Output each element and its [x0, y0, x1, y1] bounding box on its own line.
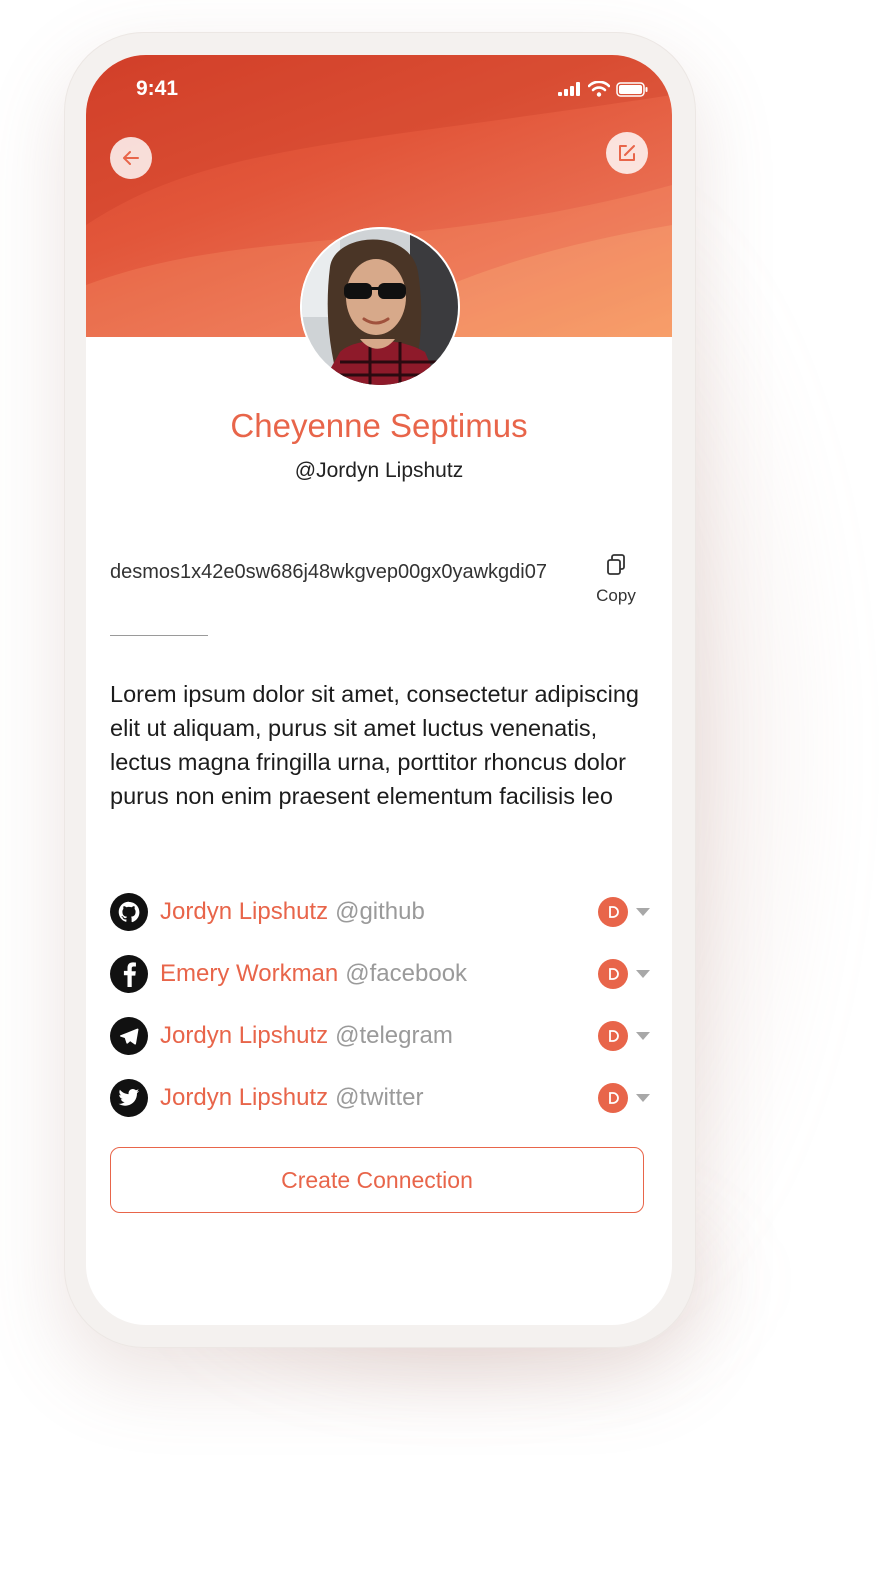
address-divider: [110, 635, 208, 636]
connection-name: Jordyn Lipshutz: [160, 898, 329, 925]
connection-row-github[interactable]: Jordyn Lipshutz @github: [110, 881, 650, 943]
copy-address-button[interactable]: Copy: [586, 553, 646, 606]
chevron-down-icon[interactable]: [636, 1032, 650, 1040]
connection-name: Emery Workman: [160, 960, 339, 987]
status-icons: [558, 81, 648, 97]
connection-platform: @telegram: [335, 1022, 453, 1049]
battery-icon: [616, 81, 648, 97]
connection-platform: @facebook: [345, 960, 468, 987]
desmos-badge-icon: [598, 1083, 628, 1113]
telegram-icon: [110, 1017, 148, 1055]
copy-label: Copy: [596, 586, 636, 605]
github-icon: [110, 893, 148, 931]
connection-actions[interactable]: [598, 959, 650, 989]
connection-row-facebook[interactable]: Emery Workman @facebook: [110, 943, 650, 1005]
connection-platform: @github: [335, 898, 425, 925]
status-time: 9:41: [136, 77, 179, 100]
connections-list: Jordyn Lipshutz @github Emery Workman @f…: [110, 881, 650, 1129]
profile-handle: @Jordyn Lipshutz: [294, 459, 464, 482]
connection-name: Jordyn Lipshutz: [160, 1022, 329, 1049]
connection-row-twitter[interactable]: Jordyn Lipshutz @twitter: [110, 1067, 650, 1129]
desmos-badge-icon: [598, 897, 628, 927]
chevron-down-icon[interactable]: [636, 1094, 650, 1102]
profile-screen: 9:41 Cheyenne Septimus @Jordyn Lipshutz …: [86, 55, 672, 1325]
arrow-left-icon: [123, 151, 139, 165]
desmos-badge-icon: [598, 959, 628, 989]
signal-icon: [558, 82, 580, 96]
desmos-badge-icon: [598, 1021, 628, 1051]
back-button[interactable]: [110, 137, 152, 179]
edit-icon: [619, 145, 635, 161]
avatar: [300, 227, 460, 387]
phone-frame: 9:41 Cheyenne Septimus @Jordyn Lipshutz …: [64, 32, 696, 1348]
profile-bio: Lorem ipsum dolor sit amet, consectetur …: [110, 681, 639, 809]
profile-name: Cheyenne Septimus: [230, 407, 528, 444]
edit-profile-button[interactable]: [606, 132, 648, 174]
wifi-icon: [588, 81, 610, 97]
connection-actions[interactable]: [598, 897, 650, 927]
connection-name: Jordyn Lipshutz: [160, 1084, 329, 1111]
connection-row-telegram[interactable]: Jordyn Lipshutz @telegram: [110, 1005, 650, 1067]
facebook-icon: [110, 955, 148, 993]
wallet-address: desmos1x42e0sw686j48wkgvep00gx0yawkgdi07: [110, 561, 547, 583]
create-connection-button[interactable]: Create Connection: [110, 1147, 644, 1213]
avatar-photo: [300, 227, 460, 387]
connection-platform: @twitter: [335, 1084, 424, 1111]
connection-actions[interactable]: [598, 1021, 650, 1051]
connection-actions[interactable]: [598, 1083, 650, 1113]
copy-icon: [607, 554, 625, 575]
chevron-down-icon[interactable]: [636, 908, 650, 916]
chevron-down-icon[interactable]: [636, 970, 650, 978]
stage: 9:41 Cheyenne Septimus @Jordyn Lipshutz …: [0, 0, 885, 1570]
twitter-icon: [110, 1079, 148, 1117]
